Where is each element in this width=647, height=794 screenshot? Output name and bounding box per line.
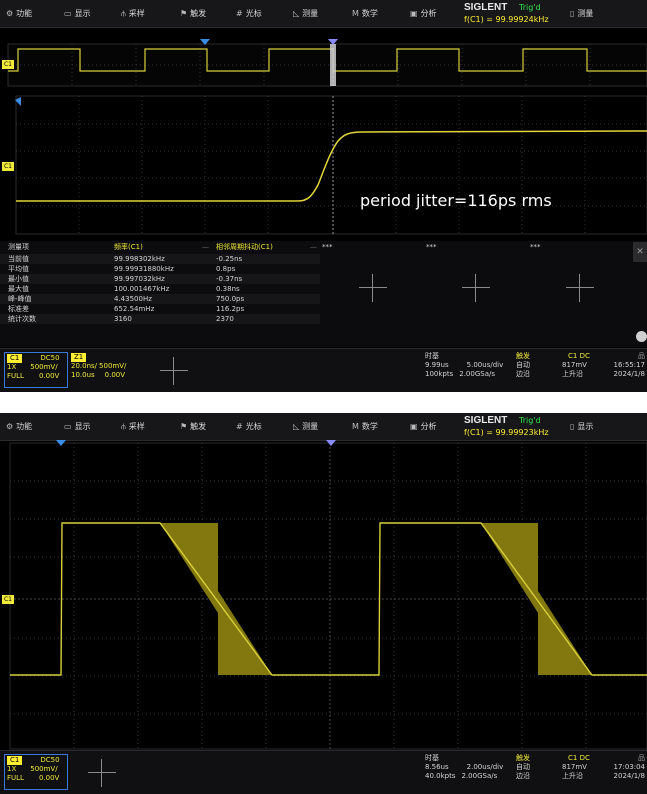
- col-frequency-header[interactable]: 频率(C1): [114, 241, 143, 253]
- measurement-table: 测量项 频率(C1) — 相邻周期抖动(C1) — *** *** *** 当前…: [0, 241, 647, 347]
- table-row: 最大值 100.001467kHz 0.38ns: [8, 285, 240, 293]
- col-empty-header-2[interactable]: ***: [426, 241, 437, 253]
- timebase-info[interactable]: 时基 9.99us 5.00us/div 100kpts 2.00GSa/s: [425, 352, 515, 379]
- status-bar: C1 DC50 1X 500mV/ FULL 0.00V 时基 8.56us 2.00u…: [0, 750, 647, 794]
- add-measure-icon[interactable]: [359, 274, 387, 302]
- table-row: 平均值 99.99931880kHz 0.8ps: [8, 265, 236, 273]
- col-empty-header-3[interactable]: ***: [530, 241, 541, 253]
- add-channel-icon[interactable]: [88, 759, 116, 787]
- col-empty-header-1[interactable]: ***: [322, 241, 333, 253]
- overview-channel-marker[interactable]: C1: [2, 60, 14, 69]
- network-icon: 品: [638, 754, 645, 762]
- add-measure-icon[interactable]: [462, 274, 490, 302]
- status-bar: C1 DC50 1X 500mV/ FULL 0.00V Z1 20.0ns/500m…: [0, 348, 647, 392]
- channel-marker[interactable]: C1: [2, 595, 14, 604]
- clock: 品 17:03:04 2024/1/8: [605, 754, 645, 781]
- network-icon: 品: [638, 352, 645, 360]
- add-channel-icon[interactable]: [160, 357, 188, 385]
- table-row: 当前值 99.998302kHz -0.25ns: [0, 254, 320, 264]
- col-jitter-header[interactable]: 相邻周期抖动(C1): [216, 241, 273, 253]
- timebase-info[interactable]: 时基 8.56us 2.00us/div 40.0kpts 2.00GSa/s: [425, 754, 515, 781]
- channel1-info[interactable]: C1 DC50 1X 500mV/ FULL 0.00V: [4, 754, 68, 790]
- add-measure-icon[interactable]: [566, 274, 594, 302]
- scope-screen-bottom: ⚙ 功能 ▭ 显示 ⫛ 采样 ⚑ 触发 # 光标 ◺ 测量 M 数学 ▣ 分析 SIGLENT …: [0, 413, 647, 794]
- zoom1-info[interactable]: Z1 20.0ns/500mV/ 10.0us 0.00V: [71, 353, 137, 389]
- jitter-annotation: period jitter=116ps rms: [360, 191, 552, 210]
- settings-knob-icon[interactable]: [636, 331, 647, 342]
- waveform-area: [9, 440, 647, 750]
- channel1-info[interactable]: C1 DC50 1X 500mV/ FULL 0.00V: [4, 352, 68, 388]
- trigger-info[interactable]: 触发 C1 DC 自动 817mV 边沿 上升沿: [516, 352, 596, 379]
- table-row: 标准差 652.54mHz 116.2ps: [8, 305, 245, 313]
- measure-item-header: 测量项: [8, 243, 29, 251]
- trigger-info[interactable]: 触发 C1 DC 自动 817mV 边沿 上升沿: [516, 754, 596, 781]
- zoom-channel-marker[interactable]: C1: [2, 162, 14, 171]
- table-row: 最小值 99.997032kHz -0.37ns: [0, 274, 320, 284]
- clock: 品 16:55:17 2024/1/8: [605, 352, 645, 379]
- table-row: 统计次数 3160 2370: [0, 314, 320, 324]
- table-row: 峰-峰值 4.43500Hz 750.0ps: [0, 294, 320, 304]
- close-icon[interactable]: ✕: [633, 242, 647, 262]
- scope-screen-top: ⚙ 功能 ▭ 显示 ⫛ 采样 ⚑ 触发 # 光标 ◺ 测量 M 数学 ▣ 分析 SIGLENT …: [0, 0, 647, 392]
